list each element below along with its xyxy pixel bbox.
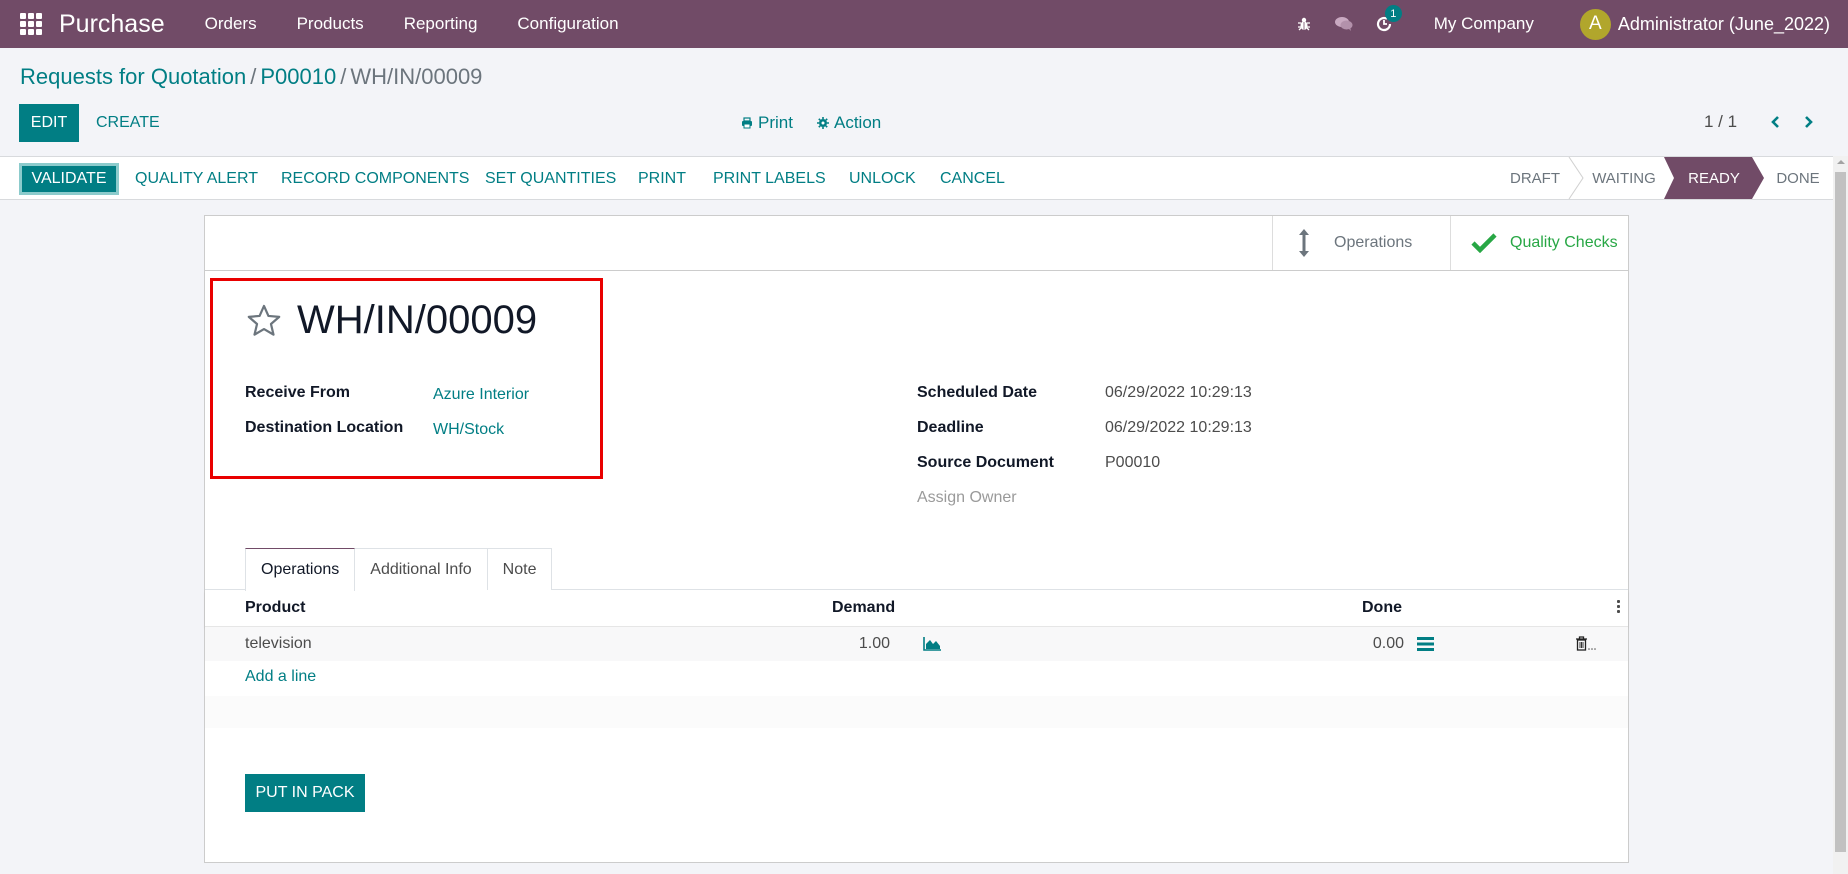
company-switcher[interactable]: My Company — [1434, 14, 1534, 34]
app-name[interactable]: Purchase — [59, 10, 165, 39]
cell-product[interactable]: television — [245, 635, 312, 653]
menu-products[interactable]: Products — [277, 14, 384, 34]
breadcrumb-separator: / — [250, 64, 257, 89]
cell-demand: 1.00 — [858, 635, 890, 652]
quality-checks-label: Quality Checks — [1510, 234, 1618, 251]
pager-previous-button[interactable] — [1765, 110, 1785, 134]
optional-columns-kebab-icon[interactable] — [1617, 600, 1621, 615]
activity-badge: 1 — [1384, 5, 1402, 22]
record-components-button[interactable]: RECORD COMPONENTS — [281, 163, 469, 195]
printer-icon — [742, 117, 752, 129]
tab-operations[interactable]: Operations — [245, 548, 356, 591]
scheduled-date-label: Scheduled Date — [917, 384, 1038, 401]
print-button[interactable]: PRINT — [638, 163, 686, 195]
column-done[interactable]: Done — [1362, 599, 1402, 617]
destination-location-label: Destination Location — [245, 419, 404, 436]
stage-ready-active: READY — [1664, 157, 1764, 199]
record-title: WH/IN/00009 — [297, 298, 538, 342]
set-quantities-button[interactable]: SET QUANTITIES — [485, 163, 616, 195]
forecast-chart-icon[interactable] — [923, 637, 941, 651]
user-menu[interactable]: Administrator (June_2022) — [1618, 14, 1830, 35]
add-line-link[interactable]: Add a line — [245, 668, 316, 686]
action-dropdown[interactable]: Action — [817, 113, 881, 133]
stage-done: DONE — [1776, 169, 1820, 187]
create-button[interactable]: CREATE — [96, 104, 160, 142]
tab-additional-info[interactable]: Additional Info — [354, 548, 488, 590]
activity-clock-icon[interactable]: 1 — [1364, 0, 1404, 48]
quality-alert-button[interactable]: QUALITY ALERT — [135, 163, 258, 195]
stage-waiting: WAITING — [1592, 169, 1656, 187]
vertical-arrows-icon — [1299, 229, 1309, 257]
check-icon — [1471, 233, 1497, 253]
operations-smart-button[interactable]: Operations — [1272, 216, 1450, 270]
breadcrumb: Requests for Quotation / P00010/WH/IN/0000… — [20, 64, 482, 90]
destination-location-value[interactable]: WH/Stock — [433, 421, 504, 439]
trash-delete-icon[interactable] — [1575, 636, 1597, 651]
apps-menu-icon[interactable] — [20, 13, 42, 35]
menu-orders[interactable]: Orders — [185, 14, 277, 34]
stage-separator — [1568, 157, 1584, 199]
action-label: Action — [834, 113, 882, 132]
table-header: Product Demand Done — [205, 590, 1628, 627]
breadcrumb-separator: / — [340, 64, 347, 89]
cell-done: 0.00 — [1372, 635, 1404, 652]
quality-checks-smart-button[interactable]: Quality Checks — [1450, 216, 1628, 270]
source-document-value: P00010 — [1105, 454, 1161, 471]
deadline-value: 06/29/2022 10:29:13 — [1105, 419, 1252, 436]
smart-button-box: Operations Quality Checks — [205, 216, 1628, 271]
breadcrumb-current: WH/IN/00009 — [350, 64, 483, 89]
debug-bug-icon[interactable] — [1284, 0, 1324, 48]
breadcrumb-po[interactable]: P00010 — [260, 64, 336, 89]
scroll-thumb[interactable] — [1835, 172, 1846, 852]
menu-reporting[interactable]: Reporting — [384, 14, 498, 34]
source-document-label: Source Document — [917, 454, 1054, 471]
tab-note[interactable]: Note — [486, 548, 553, 590]
deadline-label: Deadline — [917, 419, 984, 436]
menu-configuration[interactable]: Configuration — [497, 14, 638, 34]
print-label: Print — [758, 113, 793, 132]
detailed-operations-list-icon[interactable] — [1417, 637, 1434, 651]
unlock-button[interactable]: UNLOCK — [849, 163, 916, 195]
chevron-left-icon — [1771, 116, 1779, 128]
user-avatar[interactable]: A — [1579, 8, 1611, 40]
receive-from-value[interactable]: Azure Interior — [433, 386, 529, 404]
cancel-button[interactable]: CANCEL — [940, 163, 1005, 195]
print-labels-button[interactable]: PRINT LABELS — [713, 163, 826, 195]
star-favorite-icon[interactable] — [245, 302, 283, 340]
validate-button[interactable]: VALIDATE — [19, 163, 119, 195]
scheduled-date-value: 06/29/2022 10:29:13 — [1105, 384, 1252, 401]
table-row[interactable]: television 1.00 0.00 — [205, 627, 1628, 661]
assign-owner-button[interactable]: Assign Owner — [917, 489, 1017, 507]
edit-button[interactable]: EDIT — [19, 104, 79, 142]
gear-icon — [817, 117, 829, 129]
column-product[interactable]: Product — [245, 599, 305, 617]
receive-from-label: Receive From — [245, 384, 350, 401]
pager-next-button[interactable] — [1799, 110, 1819, 134]
notebook-tabs: Operations Additional Info Note — [245, 548, 553, 591]
chevron-right-icon — [1805, 116, 1813, 128]
scroll-up-arrow-icon[interactable] — [1837, 160, 1845, 164]
pager-value[interactable]: 1 / 1 — [1704, 112, 1737, 132]
breadcrumb-rfq[interactable]: Requests for Quotation — [20, 64, 246, 89]
top-navbar: Purchase Orders Products Reporting Confi… — [0, 0, 1848, 48]
form-sheet: Operations Quality Checks WH/IN/00009 Re… — [204, 215, 1629, 863]
status-bar: VALIDATE QUALITY ALERT RECORD COMPONENTS… — [0, 156, 1833, 200]
messages-icon[interactable] — [1324, 0, 1364, 48]
column-demand[interactable]: Demand — [832, 599, 895, 617]
operations-label: Operations — [1334, 234, 1413, 251]
put-in-pack-button[interactable]: PUT IN PACK — [245, 774, 365, 812]
print-dropdown[interactable]: Print — [741, 113, 793, 133]
stage-draft: DRAFT — [1510, 169, 1560, 187]
table-empty-row — [205, 696, 1628, 728]
page-scrollbar[interactable] — [1833, 156, 1848, 874]
